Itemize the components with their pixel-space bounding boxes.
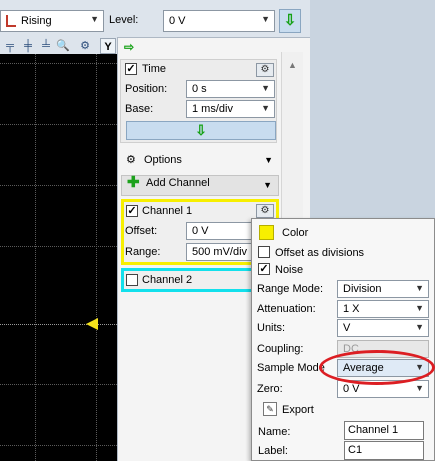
chevron-down-icon: ▼ xyxy=(263,180,272,190)
range-mode-label: Range Mode: xyxy=(257,283,324,295)
chevron-down-icon: ▼ xyxy=(415,303,424,313)
base-value: 1 ms/div xyxy=(192,103,233,115)
add-channel-label: Add Channel xyxy=(146,177,210,189)
channel-name-input[interactable]: Channel 1 xyxy=(344,421,424,440)
options-menu[interactable]: ⚙ Options ▼ xyxy=(121,150,279,170)
trigger-mode-dropdown[interactable]: Rising ▼ xyxy=(0,10,104,32)
grid-line xyxy=(0,63,117,64)
green-down-arrow-icon: ⇩ xyxy=(195,122,207,138)
apply-time-button[interactable]: ⇩ xyxy=(126,121,276,140)
scope-toolbar: ╤ ╪ ╧ 🔍 ⚙ Y xyxy=(0,37,117,55)
offset-divisions-checkbox[interactable] xyxy=(258,246,270,258)
green-right-arrow-icon[interactable]: ⇨ xyxy=(124,40,134,54)
align-bottom-icon[interactable]: ╧ xyxy=(38,38,54,54)
gear-icon[interactable]: ⚙ xyxy=(77,38,93,54)
trigger-level-value: 0 V xyxy=(169,15,186,27)
range-label: Range: xyxy=(125,246,161,258)
plus-icon: ✚ xyxy=(127,174,140,191)
grid-line xyxy=(96,54,97,461)
noise-label: Noise xyxy=(275,264,304,276)
offset-dropdown[interactable]: 0 V xyxy=(186,222,254,240)
grid-line xyxy=(0,445,117,446)
chevron-up-icon[interactable]: ▲ xyxy=(288,60,297,70)
grid-line xyxy=(35,54,36,461)
chevron-down-icon: ▼ xyxy=(415,383,424,393)
units-dropdown[interactable]: V ▼ xyxy=(337,319,429,337)
y-axis-button[interactable]: Y xyxy=(100,38,116,54)
align-top-icon[interactable]: ╤ xyxy=(2,38,18,54)
offset-label: Offset: xyxy=(125,225,158,237)
chevron-down-icon: ▼ xyxy=(261,83,270,93)
range-dropdown[interactable]: 500 mV/div xyxy=(186,243,254,261)
chevron-down-icon: ▼ xyxy=(264,155,273,165)
grid-line xyxy=(0,124,117,125)
export-button[interactable]: Export xyxy=(282,404,314,416)
channel2-checkbox[interactable] xyxy=(126,274,138,286)
base-dropdown[interactable]: 1 ms/div ▼ xyxy=(186,100,275,118)
chevron-down-icon: ▼ xyxy=(261,14,270,24)
color-swatch[interactable] xyxy=(259,225,274,240)
units-label: Units: xyxy=(257,322,286,334)
position-value: 0 s xyxy=(192,83,207,95)
name-label: Name: xyxy=(258,426,291,438)
apply-trigger-button[interactable]: ⇩ xyxy=(279,9,301,33)
attenuation-value: 1 X xyxy=(343,303,360,315)
attenuation-dropdown[interactable]: 1 X ▼ xyxy=(337,300,429,318)
offset-value: 0 V xyxy=(192,225,209,237)
position-label: Position: xyxy=(125,83,168,95)
channel1-checkbox[interactable]: ✓ xyxy=(126,205,138,217)
level-label: Level: xyxy=(109,14,139,26)
label-label: Label: xyxy=(258,445,288,457)
channel1-label: Channel 1 xyxy=(142,205,193,217)
chevron-down-icon: ▼ xyxy=(415,283,424,293)
gear-icon: ⚙ xyxy=(126,154,136,166)
time-checkbox[interactable]: ✓ xyxy=(125,63,137,75)
noise-checkbox[interactable]: ✓ xyxy=(258,263,270,275)
channel2-label: Channel 2 xyxy=(142,274,193,286)
range-value: 500 mV/div xyxy=(192,246,248,258)
offset-divisions-label: Offset as divisions xyxy=(275,247,365,259)
green-down-arrow-icon: ⇩ xyxy=(283,12,297,29)
trigger-mode-value: Rising xyxy=(21,15,52,27)
rising-edge-icon xyxy=(6,15,16,27)
channel-label-input[interactable]: C1 xyxy=(344,441,424,460)
export-icon[interactable]: ✎ xyxy=(263,402,277,416)
grid-line xyxy=(0,246,117,247)
gear-icon[interactable]: ⚙ xyxy=(256,63,274,77)
base-label: Base: xyxy=(125,103,154,115)
chevron-down-icon: ▼ xyxy=(90,14,99,24)
time-title: Time xyxy=(142,63,167,75)
range-mode-dropdown[interactable]: Division ▼ xyxy=(337,280,429,298)
grid-line xyxy=(0,185,117,186)
options-label: Options xyxy=(144,154,182,166)
trigger-toolbar: Rising ▼ Level: 0 V ▼ ⇩ xyxy=(0,0,310,38)
zoom-icon[interactable]: 🔍 xyxy=(55,38,71,54)
trigger-level-dropdown[interactable]: 0 V ▼ xyxy=(163,10,275,32)
zero-label: Zero: xyxy=(257,383,283,395)
attenuation-label: Attenuation: xyxy=(257,303,316,315)
units-value: V xyxy=(343,322,351,334)
add-channel-button[interactable]: ✚ Add Channel ▼ xyxy=(121,175,279,196)
coupling-label: Coupling: xyxy=(257,343,304,355)
grid-line xyxy=(0,384,117,385)
sample-mode-label: Sample Mode xyxy=(257,362,325,374)
position-dropdown[interactable]: 0 s ▼ xyxy=(186,80,275,98)
zero-line xyxy=(0,324,117,325)
gear-icon[interactable]: ⚙ xyxy=(256,204,274,218)
range-mode-value: Division xyxy=(343,283,382,295)
zero-value: 0 V xyxy=(343,383,360,395)
channel1-marker-icon[interactable] xyxy=(86,318,98,330)
scope-plot[interactable] xyxy=(0,54,117,461)
chevron-down-icon: ▼ xyxy=(415,322,424,332)
annotation-highlight-ellipse xyxy=(319,350,435,385)
color-label: Color xyxy=(282,227,309,239)
align-center-icon[interactable]: ╪ xyxy=(20,38,36,54)
chevron-down-icon: ▼ xyxy=(261,103,270,113)
